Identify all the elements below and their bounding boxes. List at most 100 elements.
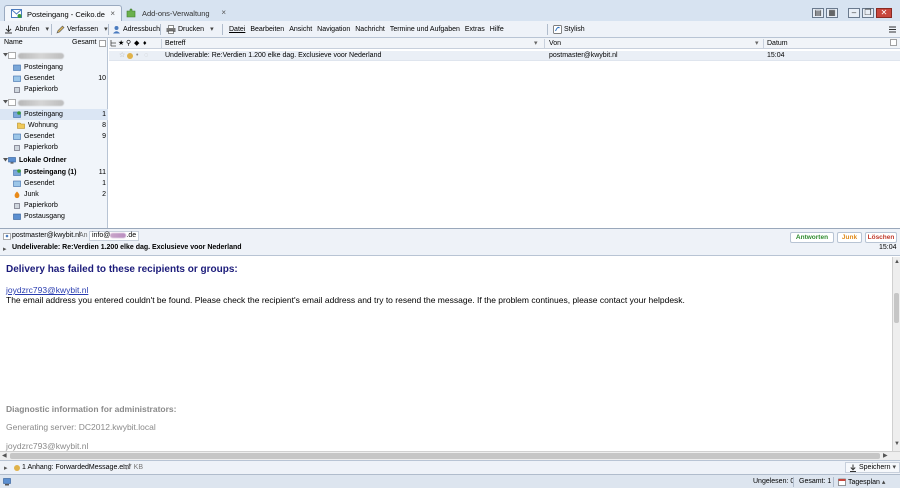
folder-item[interactable]: Postausgang <box>0 211 108 222</box>
message-header-pane: postmaster@kwybit.nl An info@ .de Antwort… <box>0 229 900 256</box>
expand-icon[interactable]: ▸ <box>4 464 8 472</box>
folder-column-name[interactable]: Name <box>4 38 23 48</box>
vertical-scrollbar[interactable]: ▲ ▼ <box>892 257 900 451</box>
account-row[interactable] <box>0 50 108 61</box>
online-status-icon[interactable] <box>3 478 13 486</box>
scroll-left-icon[interactable]: ◀ <box>2 452 7 459</box>
reply-button[interactable]: Antworten <box>790 232 834 243</box>
diagnostic-heading: Diagnostic information for administrator… <box>6 404 177 414</box>
account-row[interactable] <box>0 97 108 108</box>
message-row[interactable]: ☆ • ◌ Undeliverable: Re:Verdien 1.200 el… <box>109 51 900 61</box>
failure-heading: Delivery has failed to these recipients … <box>6 264 238 275</box>
close-icon[interactable]: × <box>221 8 226 17</box>
menu-bearbeiten[interactable]: Bearbeiten <box>250 24 284 35</box>
sent-icon <box>13 133 21 140</box>
column-picker-icon[interactable] <box>99 38 107 48</box>
junk-icon <box>13 191 21 199</box>
folder-item[interactable]: Papierkorb <box>0 200 108 211</box>
folder-item[interactable]: Junk 2 <box>0 189 108 200</box>
person-icon <box>113 26 120 34</box>
menu-navigation[interactable]: Navigation <box>317 24 350 35</box>
fetch-button[interactable]: Abrufen ▾ <box>4 24 49 35</box>
message-list: ★ ⚲ ◆ ♦ Betreff ▾ Von ▾ Datum ☆ • ◌ Unde… <box>109 38 900 228</box>
scroll-down-icon[interactable]: ▼ <box>894 441 900 447</box>
account-icon <box>8 52 16 59</box>
minimize-icon[interactable]: – <box>848 8 860 18</box>
restore-icon[interactable]: ❐ <box>862 8 874 18</box>
menu-ansicht[interactable]: Ansicht <box>289 24 312 35</box>
menu-extras[interactable]: Extras <box>465 24 485 35</box>
addressbook-button[interactable]: Adressbuch <box>112 24 160 35</box>
calendar-icon <box>838 478 846 486</box>
app-menu-icon[interactable] <box>888 24 897 35</box>
trash-icon <box>13 144 21 151</box>
compose-button[interactable]: Verfassen ▾ <box>56 24 108 35</box>
sent-icon <box>13 180 21 187</box>
recipient-link[interactable]: joydzrc793@kwybit.nl <box>6 285 88 295</box>
tab-inbox[interactable]: Posteingang - Ceiko.de × <box>4 5 122 21</box>
puzzle-icon <box>126 8 136 18</box>
junk-button[interactable]: Junk <box>837 232 862 243</box>
save-button[interactable]: Speichern ▾ <box>845 462 900 473</box>
column-picker-icon[interactable] <box>890 39 897 46</box>
download-icon <box>850 464 856 472</box>
agenda-button[interactable]: Tagesplan ▴ <box>838 477 885 487</box>
menu-termine[interactable]: Termine und Aufgaben <box>390 24 460 35</box>
folder-item[interactable]: Gesendet 9 <box>0 131 108 142</box>
tab-label: Add-ons-Verwaltung <box>142 9 210 18</box>
tab-addons[interactable]: Add-ons-Verwaltung × <box>120 5 232 21</box>
sort-icon: ▾ <box>534 40 538 47</box>
menu-datei[interactable]: Datei <box>229 24 245 35</box>
junk-status-icon[interactable]: ◌ <box>144 51 148 61</box>
sent-icon <box>13 75 21 82</box>
print-button[interactable]: Drucken ▾ <box>166 24 214 35</box>
column-from[interactable]: Von <box>549 39 561 48</box>
chevron-down-icon[interactable]: ▾ <box>46 24 50 35</box>
stylish-icon <box>553 25 562 34</box>
folder-item[interactable]: Gesendet 10 <box>0 73 108 84</box>
folder-item[interactable]: Wohnung 8 <box>0 120 108 131</box>
star-icon[interactable]: ☆ <box>119 51 125 61</box>
sender-address[interactable]: postmaster@kwybit.nl <box>12 232 81 239</box>
folder-item[interactable]: Papierkorb <box>0 142 108 153</box>
attachment-label[interactable]: 1 Anhang: ForwardedMessage.eml <box>22 464 131 471</box>
folder-item[interactable]: Posteingang <box>0 62 108 73</box>
star-column-icon[interactable]: ★ <box>118 39 124 48</box>
read-column-icon[interactable]: ◆ <box>134 39 139 48</box>
scroll-thumb[interactable] <box>894 293 899 323</box>
scroll-thumb[interactable] <box>10 453 880 459</box>
horizontal-scrollbar[interactable]: ◀ ▶ <box>0 451 900 460</box>
recipient-address[interactable]: info@ .de <box>89 231 140 241</box>
thread-column-icon[interactable] <box>110 39 117 47</box>
message-subject-header: Undeliverable: Re:Verdien 1.200 elke dag… <box>12 244 242 251</box>
collapse-icon[interactable]: ▸ <box>3 245 7 253</box>
folder-item-selected[interactable]: Posteingang 1 <box>0 109 108 120</box>
chevron-down-icon[interactable]: ▾ <box>893 462 897 473</box>
read-status-icon[interactable]: • <box>136 51 138 61</box>
generating-server: Generating server: DC2012.kwybit.local <box>6 422 156 432</box>
menu-hilfe[interactable]: Hilfe <box>490 24 504 35</box>
column-date[interactable]: Datum <box>767 39 788 48</box>
folder-column-total[interactable]: Gesamt <box>72 38 97 48</box>
account-row-local[interactable]: Lokale Ordner <box>0 155 108 166</box>
junk-column-icon[interactable]: ♦ <box>143 39 147 48</box>
scroll-up-icon[interactable]: ▲ <box>894 259 900 265</box>
tasks-icon[interactable]: ▦ <box>826 8 838 18</box>
stylish-button[interactable]: Stylish <box>553 24 585 35</box>
chevron-down-icon[interactable]: ▾ <box>210 24 214 35</box>
folder-item[interactable]: Posteingang (1) 11 <box>0 167 108 178</box>
message-date: 15:04 <box>767 52 785 59</box>
sort-icon: ▾ <box>755 40 759 47</box>
delete-button[interactable]: Löschen <box>865 232 897 243</box>
close-icon[interactable]: × <box>110 9 115 18</box>
calendar-icon[interactable]: ▤ <box>812 8 824 18</box>
scroll-right-icon[interactable]: ▶ <box>883 452 888 459</box>
folder-item[interactable]: Papierkorb <box>0 84 108 95</box>
menu-nachricht[interactable]: Nachricht <box>355 24 385 35</box>
redacted-account-name <box>18 53 64 59</box>
column-subject[interactable]: Betreff <box>165 39 186 48</box>
message-from: postmaster@kwybit.nl <box>549 52 618 59</box>
folder-item[interactable]: Gesendet 1 <box>0 178 108 189</box>
attachment-column-icon[interactable]: ⚲ <box>126 39 131 48</box>
window-close-icon[interactable]: ✕ <box>876 8 892 18</box>
